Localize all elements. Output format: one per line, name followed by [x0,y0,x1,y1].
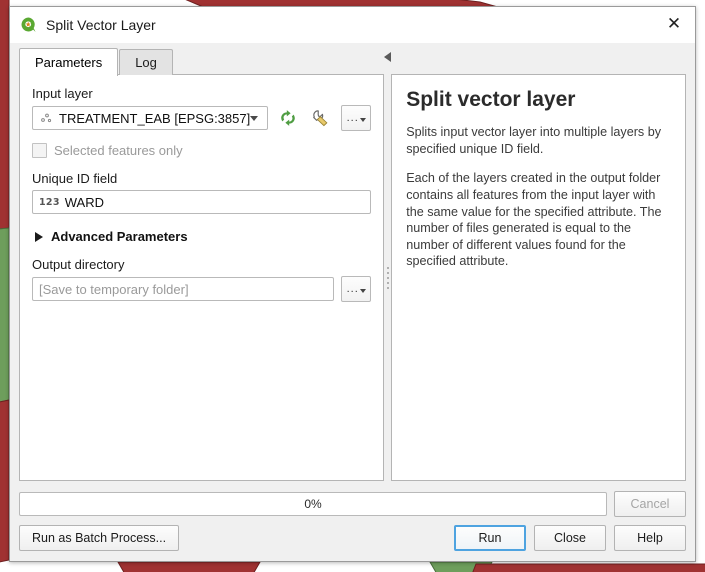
parameters-panel: Input layer TREATMENT_EAB [EPSG:3857] ..… [19,74,385,481]
input-layer-value: TREATMENT_EAB [EPSG:3857] [59,110,251,126]
splitter-grip-icon [386,267,389,289]
map-polygon-red-bottom-left [117,561,261,572]
chevron-down-icon [250,115,259,121]
unique-id-field-value: WARD [64,194,104,210]
close-button[interactable]: Close [534,525,606,551]
advanced-parameters-label: Advanced Parameters [51,229,188,244]
pane-splitter[interactable] [384,47,392,481]
selected-features-only-checkbox: Selected features only [32,143,371,158]
screen: Split Vector Layer ✕ Parameters Log Inpu… [0,0,705,572]
wrench-icon[interactable] [308,105,334,131]
left-pane: Parameters Log Input layer TREATMENT_EAB… [19,47,385,481]
output-directory-browse-button[interactable]: ... [341,276,372,302]
output-directory-row: ... [32,276,372,302]
input-layer-row: TREATMENT_EAB [EPSG:3857] ... [32,105,372,131]
refresh-arrows-icon[interactable] [275,105,301,131]
dialog-titlebar[interactable]: Split Vector Layer ✕ [10,7,695,43]
tab-bar: Parameters Log [19,47,384,76]
progress-bar: 0% [19,492,607,516]
run-as-batch-process-button[interactable]: Run as Batch Process... [19,525,180,551]
input-layer-browse-label: ... [346,112,359,124]
tab-log[interactable]: Log [119,49,173,75]
checkbox-box [32,143,47,158]
integer-field-type-icon: 123 [39,196,60,208]
selected-features-only-label: Selected features only [54,143,183,158]
close-icon[interactable]: ✕ [657,10,691,40]
output-directory-input[interactable] [32,277,335,301]
tab-parameters[interactable]: Parameters [19,48,119,76]
progress-label: 0% [304,497,322,511]
chevron-down-icon [359,118,366,122]
qgis-logo-icon [20,16,37,33]
help-paragraph-1: Splits input vector layer into multiple … [406,125,662,156]
button-row: Run as Batch Process... Run Close Help [10,517,695,561]
chevron-down-icon [359,289,366,293]
run-button[interactable]: Run [454,525,526,551]
dialog-body: Parameters Log Input layer TREATMENT_EAB… [10,43,695,481]
input-layer-combo[interactable]: TREATMENT_EAB [EPSG:3857] [32,106,269,130]
unique-id-field-label: Unique ID field [32,171,118,186]
map-polygon-red-left-upper [0,0,10,230]
help-button[interactable]: Help [614,525,686,551]
help-panel: Split vector layer Splits input vector l… [391,74,686,481]
collapse-left-icon[interactable] [384,52,392,62]
chevron-right-icon [35,231,43,242]
map-polygon-red-bottom-right [472,563,705,572]
split-vector-layer-dialog: Split Vector Layer ✕ Parameters Log Inpu… [9,6,696,562]
panes-container: Parameters Log Input layer TREATMENT_EAB… [19,43,686,481]
input-layer-label: Input layer [32,86,93,101]
dialog-title: Split Vector Layer [46,16,156,33]
map-polygon-red-left-lower [0,399,10,563]
unique-id-field-combo[interactable]: 123 WARD [32,190,372,214]
help-paragraph-2: Each of the layers created in the output… [406,171,662,269]
point-layer-icon [39,111,53,125]
help-title: Split vector layer [406,88,576,111]
output-directory-label: Output directory [32,257,125,272]
input-layer-browse-button[interactable]: ... [341,105,372,131]
progress-row: 0% Cancel [10,481,695,517]
output-directory-browse-label: ... [346,283,359,295]
map-polygon-green-left [0,227,10,403]
advanced-parameters-toggle[interactable]: Advanced Parameters [32,229,371,244]
cancel-button[interactable]: Cancel [614,491,686,517]
